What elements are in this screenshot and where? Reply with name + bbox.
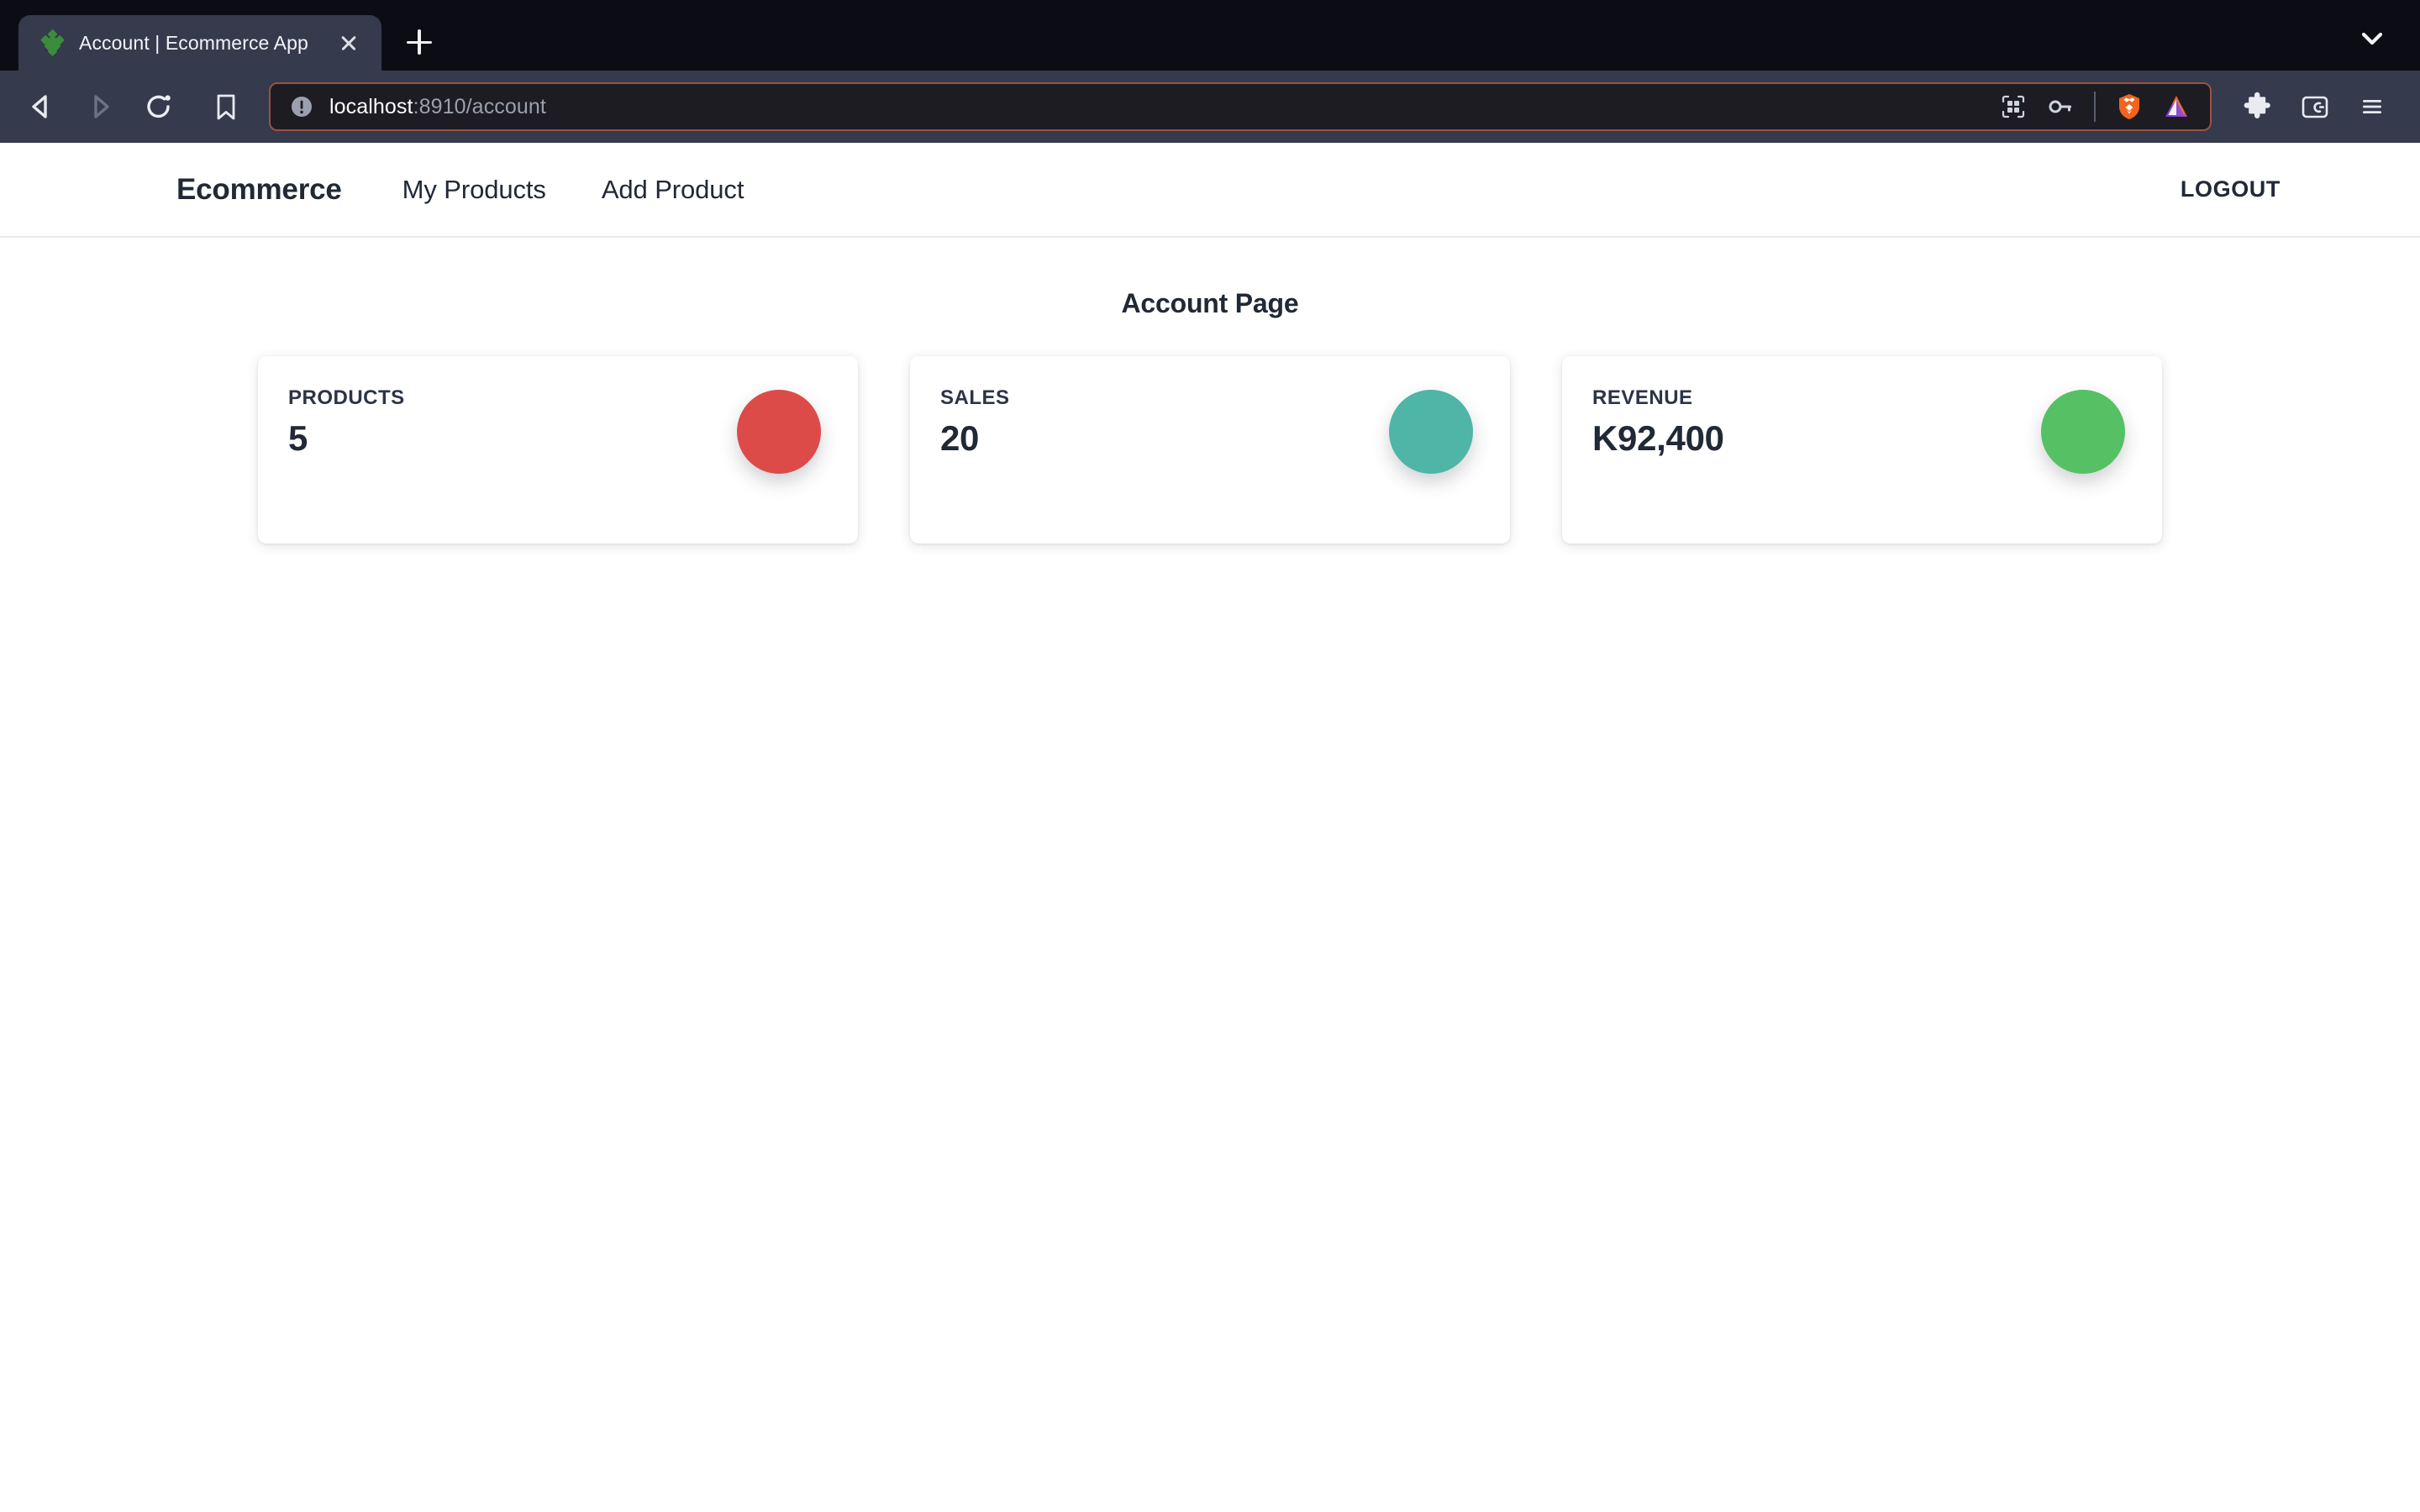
extensions-puzzle-icon[interactable] xyxy=(2232,81,2284,133)
app-navbar: Ecommerce My Products Add Product LOGOUT xyxy=(0,143,2420,238)
url-path: :8910/account xyxy=(413,94,546,118)
qr-code-icon[interactable] xyxy=(1991,85,2035,129)
wallet-icon[interactable] xyxy=(2289,81,2341,133)
revenue-bubble xyxy=(2041,390,2125,474)
nav-link-add-product[interactable]: Add Product xyxy=(602,175,744,205)
tab-title: Account | Ecommerce App xyxy=(79,31,308,54)
address-bar-text: localhost:8910/account xyxy=(329,95,1991,119)
brave-rewards-icon[interactable] xyxy=(2154,85,2198,129)
browser-window: Account | Ecommerce App localhost:8910/a… xyxy=(0,0,2420,1512)
stat-card-label: PRODUCTS xyxy=(288,386,405,409)
nav-link-my-products[interactable]: My Products xyxy=(402,175,546,205)
hops-lattice-favicon xyxy=(37,29,66,57)
page-title: Account Page xyxy=(1121,288,1299,318)
bookmark-icon[interactable] xyxy=(200,81,252,133)
page-viewport: Ecommerce My Products Add Product LOGOUT… xyxy=(0,143,2420,1512)
toolbar-divider xyxy=(2094,92,2096,122)
url-host: localhost xyxy=(329,94,413,118)
stat-card-sales: SALES 20 xyxy=(910,356,1510,543)
stat-card-text: PRODUCTS 5 xyxy=(288,386,405,457)
stat-card-text: REVENUE K92,400 xyxy=(1592,386,1724,457)
stat-card-products: PRODUCTS 5 xyxy=(258,356,858,543)
close-icon[interactable] xyxy=(334,29,363,57)
stat-card-value: 5 xyxy=(288,418,308,458)
browser-tab-account[interactable]: Account | Ecommerce App xyxy=(18,15,381,71)
stat-card-grid: PRODUCTS 5 SALES 20 REVENUE K92,400 xyxy=(0,356,2420,543)
brand-logo[interactable]: Ecommerce xyxy=(176,173,342,207)
stat-card-label: SALES xyxy=(940,386,1010,409)
logout-button[interactable]: LOGOUT xyxy=(2181,176,2361,202)
menu-hamburger-icon[interactable] xyxy=(2346,81,2398,133)
stat-card-label: REVENUE xyxy=(1592,386,1693,409)
chevron-down-icon[interactable] xyxy=(2353,18,2391,57)
password-key-icon[interactable] xyxy=(2039,85,2082,129)
stat-card-value: 20 xyxy=(940,418,980,458)
back-icon[interactable] xyxy=(15,81,67,133)
toolbar-right-actions xyxy=(2232,81,2398,133)
products-bubble xyxy=(737,390,821,474)
forward-icon[interactable] xyxy=(74,81,126,133)
address-bar[interactable]: localhost:8910/account xyxy=(269,82,2212,131)
brave-shields-icon[interactable] xyxy=(2107,85,2151,129)
new-tab-button[interactable] xyxy=(393,16,445,68)
tab-strip: Account | Ecommerce App xyxy=(0,0,2420,71)
reload-icon[interactable] xyxy=(133,81,185,133)
stat-card-revenue: REVENUE K92,400 xyxy=(1562,356,2162,543)
site-info-not-secure-icon[interactable] xyxy=(289,94,314,119)
stat-card-text: SALES 20 xyxy=(940,386,1010,457)
sales-bubble xyxy=(1389,390,1473,474)
browser-toolbar: localhost:8910/account xyxy=(0,71,2420,143)
stat-card-value: K92,400 xyxy=(1592,418,1724,458)
address-bar-actions xyxy=(1991,85,2198,129)
